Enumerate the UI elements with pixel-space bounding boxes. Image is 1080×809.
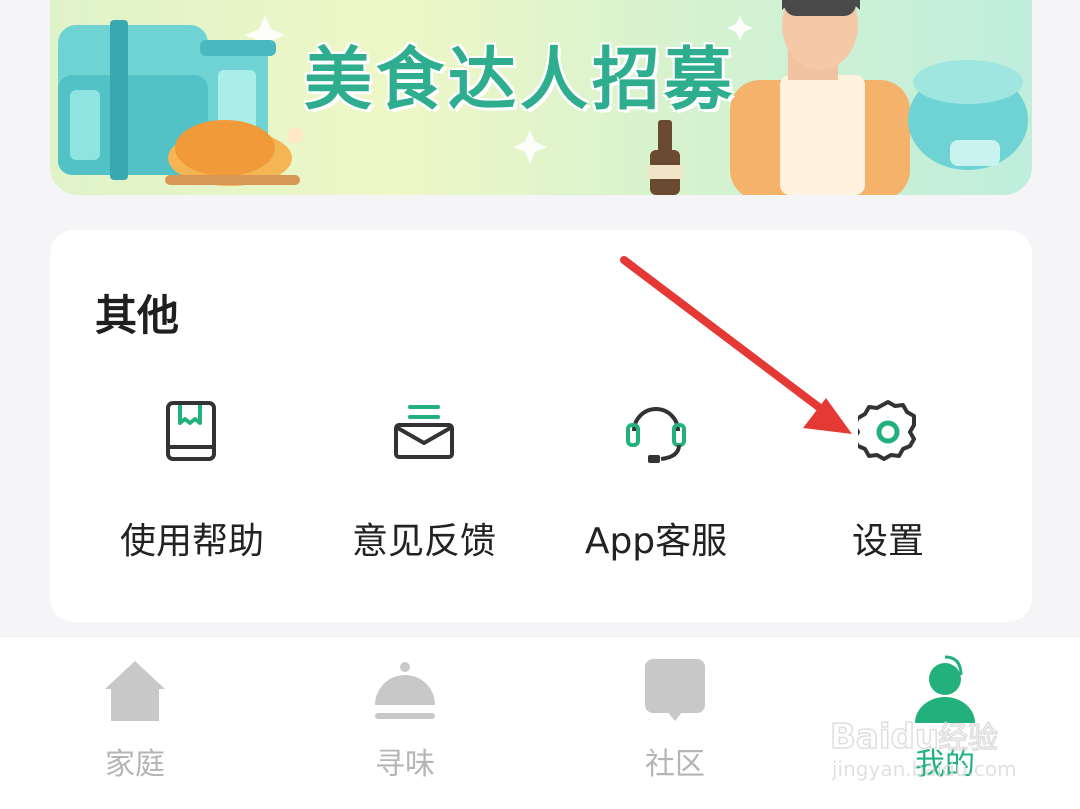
nav-community[interactable]: 社区 <box>540 637 810 809</box>
promo-banner[interactable]: 美食达人招募 <box>50 0 1032 195</box>
headset-icon <box>626 407 686 463</box>
nav-home-label: 家庭 <box>105 747 165 782</box>
user-profile-icon <box>915 655 975 723</box>
app-service-menu-item[interactable]: App客服 <box>536 390 776 562</box>
app-service-label: App客服 <box>584 521 728 562</box>
nav-home[interactable]: 家庭 <box>0 637 270 809</box>
nav-community-label: 社区 <box>645 747 705 782</box>
banner-title: 美食达人招募 <box>304 41 737 120</box>
chat-bubble-icon <box>645 659 705 721</box>
nav-mine-label: 我的 <box>915 747 975 782</box>
help-label: 使用帮助 <box>119 521 264 562</box>
dish-cloche-icon <box>375 662 435 719</box>
other-section-card: 其他 使用帮助 意见反馈 App客服 设置 <box>50 230 1032 622</box>
feedback-label: 意见反馈 <box>351 521 496 562</box>
feedback-menu-item[interactable]: 意见反馈 <box>304 390 544 562</box>
section-title: 其他 <box>95 291 180 340</box>
help-book-icon <box>166 401 216 461</box>
nav-discover[interactable]: 寻味 <box>270 637 540 809</box>
help-menu-item[interactable]: 使用帮助 <box>72 390 312 562</box>
nav-mine[interactable]: 我的 <box>810 637 1080 809</box>
nav-discover-label: 寻味 <box>375 747 435 782</box>
bottom-nav: 家庭 寻味 社区 我的 <box>0 636 1080 809</box>
gear-icon <box>858 400 916 461</box>
home-icon <box>105 661 165 721</box>
settings-label: 设置 <box>851 521 924 562</box>
feedback-envelope-icon <box>394 405 454 459</box>
settings-menu-item[interactable]: 设置 <box>768 390 1008 562</box>
